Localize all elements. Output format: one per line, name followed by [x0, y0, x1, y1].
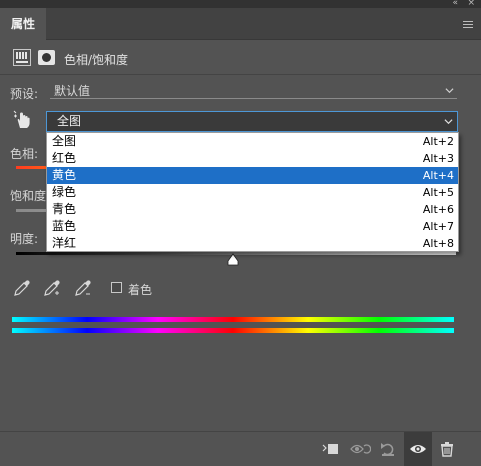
color-range-value: 全图	[57, 114, 82, 128]
dropdown-item-magentas[interactable]: 洋红 Alt+8	[47, 235, 458, 252]
colorize-label: 着色	[128, 283, 153, 297]
colorize-checkbox[interactable]	[111, 282, 122, 293]
view-previous-state-icon[interactable]	[349, 440, 371, 458]
color-range-select[interactable]: 全图	[46, 111, 458, 132]
hue-saturation-adjustment-icon[interactable]	[13, 49, 31, 66]
dropdown-item-master[interactable]: 全图 Alt+2	[47, 133, 458, 150]
targeted-adjustment-hand-icon[interactable]	[13, 110, 33, 130]
preset-value: 默认值	[54, 84, 91, 98]
hue-label: 色相:	[10, 147, 39, 161]
chevron-down-icon	[445, 88, 454, 94]
lightness-label: 明度:	[10, 232, 39, 246]
chevron-down-icon	[444, 119, 453, 125]
delete-trash-icon[interactable]	[438, 440, 456, 458]
visibility-toggle-button[interactable]	[404, 432, 432, 466]
close-panel-icon[interactable]: ×	[467, 0, 475, 8]
dropdown-item-greens[interactable]: 绿色 Alt+5	[47, 184, 458, 201]
panel-bottom-bar	[0, 431, 481, 466]
layer-mask-icon[interactable]	[38, 50, 55, 65]
output-color-spectrum-bar	[12, 328, 454, 333]
panel-tab-bar: 属性	[0, 8, 481, 40]
eyedropper-minus-icon[interactable]	[74, 279, 92, 297]
eyedropper-icon[interactable]	[13, 279, 31, 297]
preset-label: 预设:	[10, 87, 39, 101]
collapse-panel-icon[interactable]: «	[452, 0, 457, 8]
dropdown-item-yellows[interactable]: 黄色 Alt+4	[47, 167, 458, 184]
panel-menu-icon[interactable]	[463, 21, 473, 29]
preset-select[interactable]: 默认值	[50, 84, 457, 99]
adjustment-header: 色相/饱和度	[0, 41, 481, 75]
eyedropper-plus-icon[interactable]	[43, 279, 61, 297]
reset-icon[interactable]	[379, 440, 397, 458]
dropdown-item-cyans[interactable]: 青色 Alt+6	[47, 201, 458, 218]
panel-top-strip: « ×	[0, 0, 481, 8]
lightness-slider-thumb[interactable]	[227, 253, 239, 266]
color-range-dropdown: 全图 Alt+2 红色 Alt+3 黄色 Alt+4 绿色 Alt+5 青色 Alt+6 …	[46, 132, 459, 252]
input-color-spectrum-bar	[12, 317, 454, 322]
saturation-label: 饱和度	[10, 189, 47, 203]
adjustment-title: 色相/饱和度	[64, 53, 129, 67]
tab-properties[interactable]: 属性	[0, 8, 46, 40]
visibility-eye-icon	[410, 445, 426, 453]
clip-to-layer-icon[interactable]	[321, 440, 339, 458]
dropdown-item-blues[interactable]: 蓝色 Alt+7	[47, 218, 458, 235]
dropdown-item-reds[interactable]: 红色 Alt+3	[47, 150, 458, 167]
